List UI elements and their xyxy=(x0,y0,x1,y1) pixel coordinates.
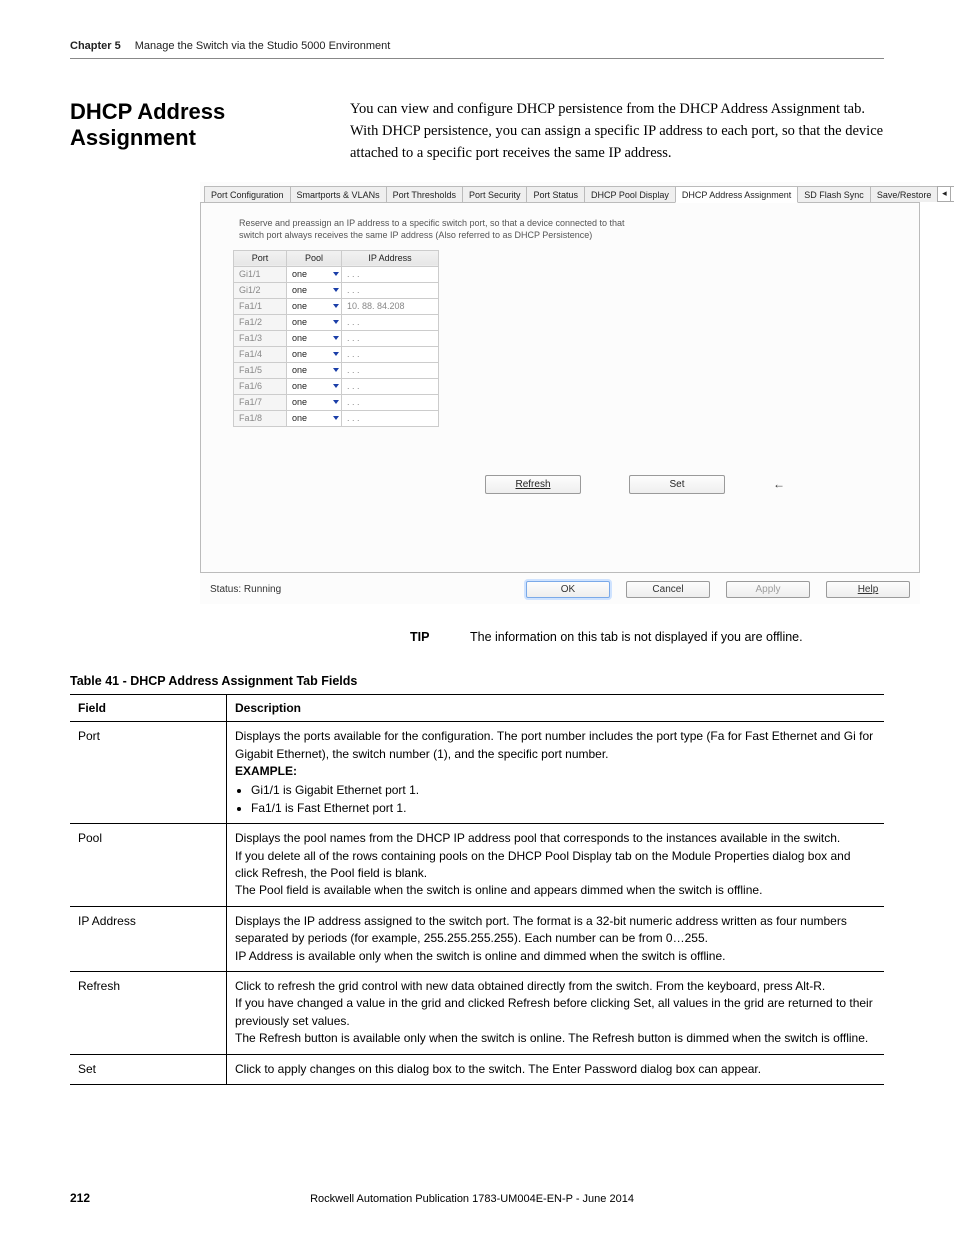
table-row[interactable]: Fa1/7one. . . xyxy=(234,394,439,410)
col-header-port: Port xyxy=(234,250,287,266)
status-label: Status: Running xyxy=(210,584,281,595)
fields-row: SetClick to apply changes on this dialog… xyxy=(70,1054,884,1084)
field-description: Click to refresh the grid control with n… xyxy=(227,971,885,1054)
field-name: Pool xyxy=(70,824,227,907)
tab-sd-flash-sync[interactable]: SD Flash Sync xyxy=(797,186,871,202)
col-header-pool: Pool xyxy=(287,250,342,266)
pool-cell[interactable]: one xyxy=(287,378,342,394)
table-row[interactable]: Fa1/5one. . . xyxy=(234,362,439,378)
pool-cell[interactable]: one xyxy=(287,410,342,426)
tab-scroll-left-icon[interactable]: ◂ xyxy=(938,187,950,201)
port-cell: Fa1/7 xyxy=(234,394,287,410)
publication-line: Rockwell Automation Publication 1783-UM0… xyxy=(90,1193,854,1205)
set-button[interactable]: Set xyxy=(629,475,725,494)
ip-cell[interactable]: . . . xyxy=(342,282,439,298)
pool-cell[interactable]: one xyxy=(287,330,342,346)
ok-button[interactable]: OK xyxy=(526,581,610,598)
fields-row: PoolDisplays the pool names from the DHC… xyxy=(70,824,884,907)
back-arrow-icon[interactable]: ← xyxy=(773,477,785,491)
table-row[interactable]: Gi1/1one. . . xyxy=(234,266,439,282)
fields-table-body: PortDisplays the ports available for the… xyxy=(70,722,884,1085)
port-cell: Fa1/1 xyxy=(234,298,287,314)
table-row[interactable]: Gi1/2one. . . xyxy=(234,282,439,298)
port-cell: Fa1/5 xyxy=(234,362,287,378)
field-name: Port xyxy=(70,722,227,824)
section-intro: You can view and configure DHCP persiste… xyxy=(350,99,884,164)
tab-bar: Port ConfigurationSmartports & VLANsPort… xyxy=(200,182,920,203)
ip-cell[interactable]: . . . xyxy=(342,362,439,378)
table-row[interactable]: Fa1/1one10. 88. 84.208 xyxy=(234,298,439,314)
fields-row: RefreshClick to refresh the grid control… xyxy=(70,971,884,1054)
ip-cell[interactable]: . . . xyxy=(342,314,439,330)
pool-cell[interactable]: one xyxy=(287,314,342,330)
field-description: Displays the ports available for the con… xyxy=(227,722,885,824)
pool-cell[interactable]: one xyxy=(287,362,342,378)
dhcp-port-table-body[interactable]: Gi1/1one. . .Gi1/2one. . .Fa1/1one10. 88… xyxy=(234,266,439,426)
fields-header-desc: Description xyxy=(227,695,885,722)
tab-dhcp-address-assignment[interactable]: DHCP Address Assignment xyxy=(675,186,798,203)
field-description: Click to apply changes on this dialog bo… xyxy=(227,1054,885,1084)
ip-cell[interactable]: . . . xyxy=(342,378,439,394)
tab-port-configuration[interactable]: Port Configuration xyxy=(204,186,291,202)
pool-cell[interactable]: one xyxy=(287,298,342,314)
dhcp-address-assignment-screenshot: Port ConfigurationSmartports & VLANsPort… xyxy=(200,182,920,604)
field-description: Displays the pool names from the DHCP IP… xyxy=(227,824,885,907)
help-button[interactable]: Help xyxy=(826,581,910,598)
port-cell: Fa1/3 xyxy=(234,330,287,346)
tab-scroll-right-icon[interactable]: ▸ xyxy=(950,187,954,201)
port-cell: Fa1/6 xyxy=(234,378,287,394)
field-name: IP Address xyxy=(70,906,227,971)
tip-text: The information on this tab is not displ… xyxy=(470,630,884,644)
tab-blurb: Reserve and preassign an IP address to a… xyxy=(239,217,639,241)
ip-cell[interactable]: 10. 88. 84.208 xyxy=(342,298,439,314)
pool-cell[interactable]: one xyxy=(287,266,342,282)
col-header-ip: IP Address xyxy=(342,250,439,266)
table-row[interactable]: Fa1/6one. . . xyxy=(234,378,439,394)
tab-smartports-vlans[interactable]: Smartports & VLANs xyxy=(290,186,387,202)
table-row[interactable]: Fa1/4one. . . xyxy=(234,346,439,362)
port-cell: Fa1/8 xyxy=(234,410,287,426)
cancel-button[interactable]: Cancel xyxy=(626,581,710,598)
ip-cell[interactable]: . . . xyxy=(342,410,439,426)
ip-cell[interactable]: . . . xyxy=(342,394,439,410)
chapter-title: Manage the Switch via the Studio 5000 En… xyxy=(135,40,391,52)
field-description: Displays the IP address assigned to the … xyxy=(227,906,885,971)
dhcp-port-table[interactable]: Port Pool IP Address Gi1/1one. . .Gi1/2o… xyxy=(233,250,439,427)
fields-table-caption: Table 41 - DHCP Address Assignment Tab F… xyxy=(70,674,884,688)
tab-port-security[interactable]: Port Security xyxy=(462,186,528,202)
port-cell: Fa1/4 xyxy=(234,346,287,362)
page-number: 212 xyxy=(70,1191,90,1205)
table-row[interactable]: Fa1/3one. . . xyxy=(234,330,439,346)
ip-cell[interactable]: . . . xyxy=(342,330,439,346)
fields-row: IP AddressDisplays the IP address assign… xyxy=(70,906,884,971)
tab-port-thresholds[interactable]: Port Thresholds xyxy=(386,186,463,202)
port-cell: Gi1/1 xyxy=(234,266,287,282)
fields-table: Field Description PortDisplays the ports… xyxy=(70,694,884,1085)
tab-port-status[interactable]: Port Status xyxy=(526,186,585,202)
ip-cell[interactable]: . . . xyxy=(342,346,439,362)
section-heading: DHCP Address Assignment xyxy=(70,99,330,152)
tab-dhcp-pool-display[interactable]: DHCP Pool Display xyxy=(584,186,676,202)
pool-cell[interactable]: one xyxy=(287,282,342,298)
tab-scroll-buttons[interactable]: ◂ ▸ xyxy=(937,186,954,202)
chapter-label: Chapter 5 xyxy=(70,40,121,52)
tab-save-restore[interactable]: Save/Restore xyxy=(870,186,939,202)
port-cell: Gi1/2 xyxy=(234,282,287,298)
apply-button[interactable]: Apply xyxy=(726,581,810,598)
fields-header-field: Field xyxy=(70,695,227,722)
fields-row: PortDisplays the ports available for the… xyxy=(70,722,884,824)
port-cell: Fa1/2 xyxy=(234,314,287,330)
field-name: Refresh xyxy=(70,971,227,1054)
pool-cell[interactable]: one xyxy=(287,346,342,362)
pool-cell[interactable]: one xyxy=(287,394,342,410)
refresh-button[interactable]: Refresh xyxy=(485,475,581,494)
table-row[interactable]: Fa1/8one. . . xyxy=(234,410,439,426)
table-row[interactable]: Fa1/2one. . . xyxy=(234,314,439,330)
running-header: Chapter 5 Manage the Switch via the Stud… xyxy=(70,40,884,59)
field-name: Set xyxy=(70,1054,227,1084)
ip-cell[interactable]: . . . xyxy=(342,266,439,282)
tip-label: TIP xyxy=(410,630,450,644)
